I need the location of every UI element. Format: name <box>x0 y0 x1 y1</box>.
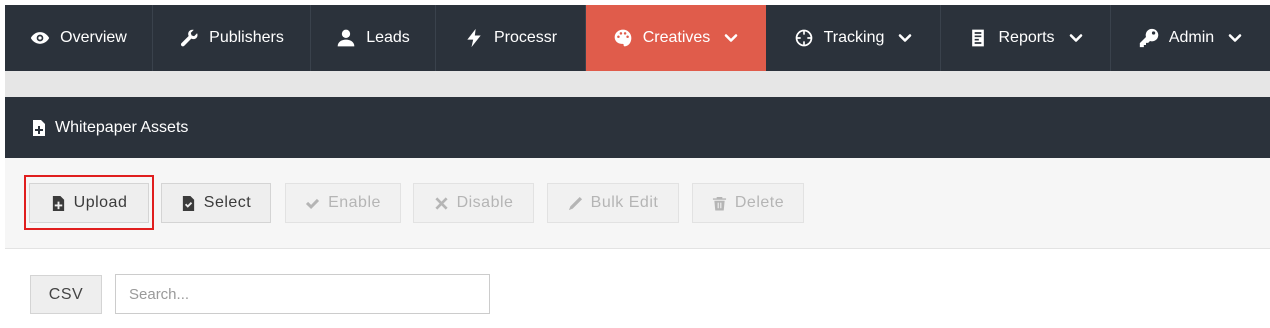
disable-label: Disable <box>456 194 514 211</box>
palette-icon <box>613 28 633 48</box>
bulk-edit-button[interactable]: Bulk Edit <box>547 183 679 223</box>
delete-button[interactable]: Delete <box>692 183 804 223</box>
report-icon <box>968 28 988 48</box>
select-button[interactable]: Select <box>161 183 271 223</box>
asset-toolbar: Upload Select Enable Disable Bulk Edit D… <box>5 158 1270 249</box>
chevron-down-icon <box>1228 31 1242 45</box>
upload-label: Upload <box>73 194 128 211</box>
top-nav: Overview Publishers Leads Processr Creat… <box>5 5 1270 71</box>
key-icon <box>1139 28 1159 48</box>
nav-item-creatives[interactable]: Creatives <box>586 5 766 71</box>
nav-item-label: Processr <box>493 29 558 46</box>
bulk-edit-label: Bulk Edit <box>590 194 659 211</box>
wrench-icon <box>179 28 199 48</box>
nav-item-leads[interactable]: Leads <box>311 5 436 71</box>
nav-item-processr[interactable]: Processr <box>436 5 586 71</box>
nav-spacer <box>5 71 1270 97</box>
nav-item-label: Overview <box>60 29 127 46</box>
nav-item-label: Tracking <box>823 29 885 46</box>
nav-item-publishers[interactable]: Publishers <box>153 5 311 71</box>
file-plus-icon <box>32 119 46 136</box>
file-plus-icon <box>52 195 64 211</box>
nav-item-label: Creatives <box>642 29 711 46</box>
user-icon <box>336 28 356 48</box>
select-label: Select <box>203 194 252 211</box>
chevron-down-icon <box>898 31 912 45</box>
enable-button[interactable]: Enable <box>285 183 401 223</box>
search-input[interactable] <box>115 274 490 314</box>
checkmark-icon <box>306 198 320 209</box>
nav-item-admin[interactable]: Admin <box>1111 5 1270 71</box>
x-icon <box>434 196 448 210</box>
disable-button[interactable]: Disable <box>413 183 534 223</box>
search-row: CSV <box>5 249 1270 328</box>
pencil-icon <box>568 196 582 210</box>
crosshair-icon <box>794 28 814 48</box>
panel-header: Whitepaper Assets <box>5 97 1270 158</box>
trash-icon <box>712 196 726 211</box>
nav-item-label: Publishers <box>209 29 284 46</box>
upload-button[interactable]: Upload <box>29 183 149 223</box>
enable-label: Enable <box>328 194 381 211</box>
chevron-down-icon <box>724 31 738 45</box>
nav-item-label: Reports <box>998 29 1055 46</box>
csv-button[interactable]: CSV <box>30 275 102 314</box>
delete-label: Delete <box>734 194 785 211</box>
bolt-icon <box>464 28 484 48</box>
eye-icon <box>30 28 50 48</box>
nav-item-reports[interactable]: Reports <box>941 5 1111 71</box>
nav-item-label: Leads <box>366 29 410 46</box>
nav-item-tracking[interactable]: Tracking <box>766 5 941 71</box>
csv-label: CSV <box>48 285 84 303</box>
file-check-icon <box>182 195 194 211</box>
chevron-down-icon <box>1069 31 1083 45</box>
panel-title: Whitepaper Assets <box>55 118 189 136</box>
nav-item-label: Admin <box>1168 29 1215 46</box>
nav-item-overview[interactable]: Overview <box>5 5 153 71</box>
